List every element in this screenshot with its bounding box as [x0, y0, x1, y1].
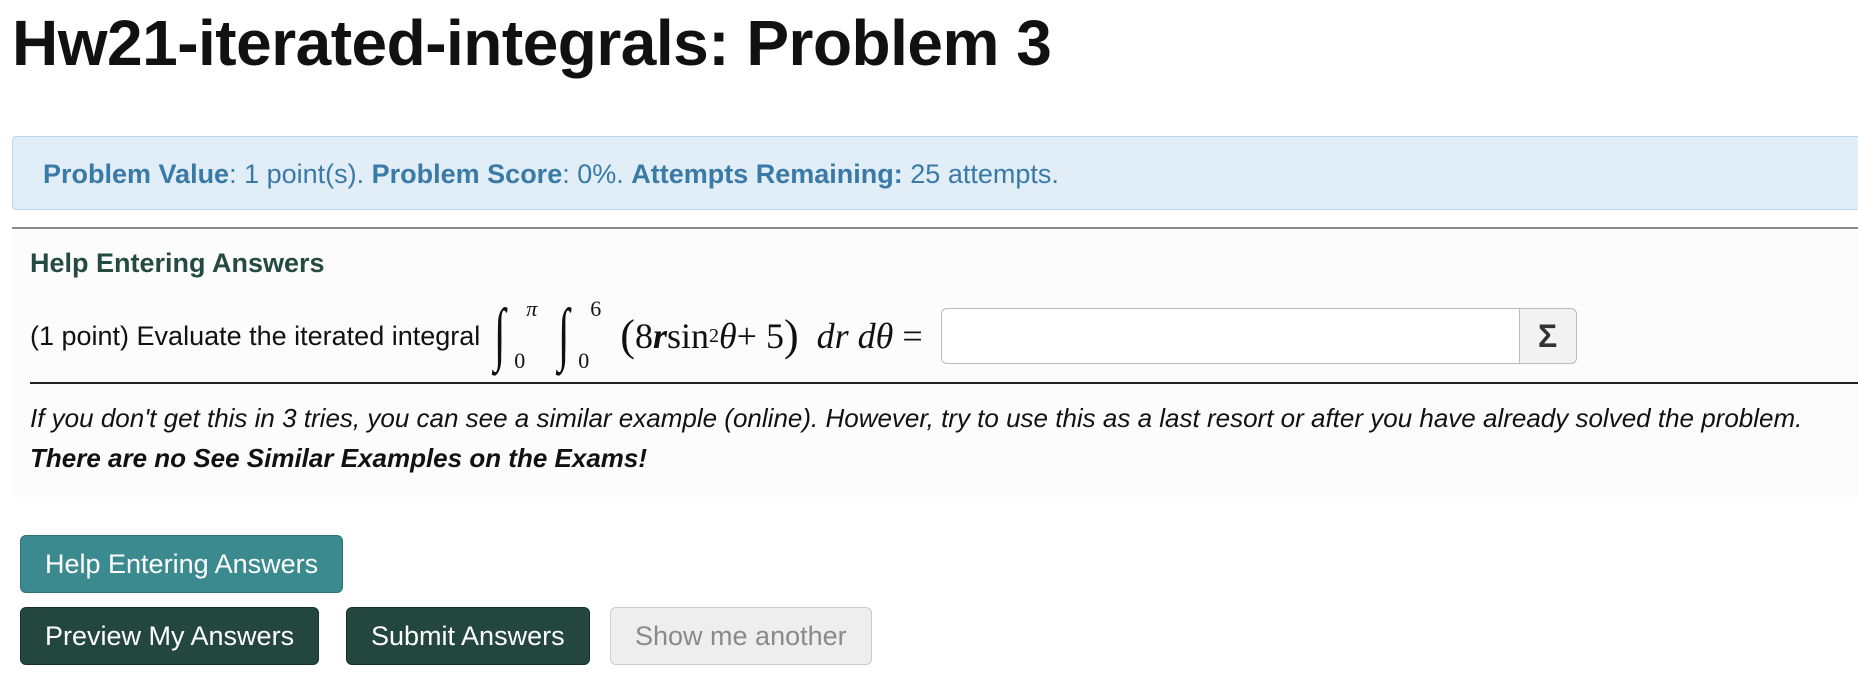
inner-integral: ∫ 6 0 [556, 296, 620, 376]
outer-integral: ∫ π 0 [492, 296, 556, 376]
help-entering-answers-heading: Help Entering Answers [30, 248, 325, 278]
inner-upper-limit: 6 [590, 296, 602, 321]
problem-prompt: (1 point) Evaluate the iterated integral [30, 320, 481, 351]
attempts-remaining-text: 25 attempts. [902, 159, 1059, 189]
problem-value-label: Problem Value [43, 159, 230, 189]
note-text: If you don't get this in 3 tries, you ca… [30, 403, 1803, 433]
integrand-constant: + 5 [736, 316, 784, 356]
integral-sign-icon: ∫ [494, 296, 506, 373]
integrand-coefficient: 8 [634, 316, 653, 356]
show-me-another-button[interactable]: Show me another [610, 607, 872, 665]
note-bold-text: There are no See Similar Examples on the… [30, 443, 648, 473]
integrand-exponent: 2 [708, 324, 719, 347]
attempts-remaining-label: Attempts Remaining: [631, 159, 903, 189]
problem-score-text: : 0%. [562, 159, 632, 189]
similar-example-note: If you don't get this in 3 tries, you ca… [30, 398, 1830, 478]
equals-sign: = [902, 316, 923, 356]
page-title: Hw21-iterated-integrals: Problem 3 [12, 7, 1052, 79]
open-paren: ( [620, 311, 635, 360]
problem-score-label: Problem Score [371, 159, 563, 189]
integrand-theta: θ [718, 316, 737, 356]
outer-lower-limit: 0 [514, 348, 526, 373]
integral-sign-icon: ∫ [558, 296, 570, 373]
integrand-sin: sin [666, 316, 709, 356]
divider-middle [30, 382, 1858, 384]
integrand-variable-r: r [652, 316, 667, 356]
problem-page: Hw21-iterated-integrals: Problem 3 Probl… [0, 0, 1858, 692]
submit-answers-button[interactable]: Submit Answers [346, 607, 590, 665]
problem-statement: (1 point) Evaluate the iterated integral… [30, 296, 1577, 376]
preview-answers-button[interactable]: Preview My Answers [20, 607, 320, 665]
sigma-icon: Σ [1538, 317, 1558, 354]
problem-info-bar: Problem Value: 1 point(s). Problem Score… [12, 136, 1858, 210]
differentials: dr dθ [816, 316, 894, 356]
answer-input[interactable] [940, 308, 1519, 364]
equation-editor-button[interactable]: Σ [1518, 308, 1577, 364]
integral-expression: ∫ π 0 ∫ 6 0 (8 r sin 2 θ + 5) dr dθ = [492, 296, 922, 376]
outer-upper-limit: π [526, 296, 538, 321]
answer-input-group: Σ [940, 308, 1577, 364]
close-paren: ) [783, 311, 799, 360]
help-entering-answers-button[interactable]: Help Entering Answers [20, 535, 344, 593]
inner-lower-limit: 0 [578, 348, 590, 373]
problem-value-text: : 1 point(s). [229, 159, 372, 189]
